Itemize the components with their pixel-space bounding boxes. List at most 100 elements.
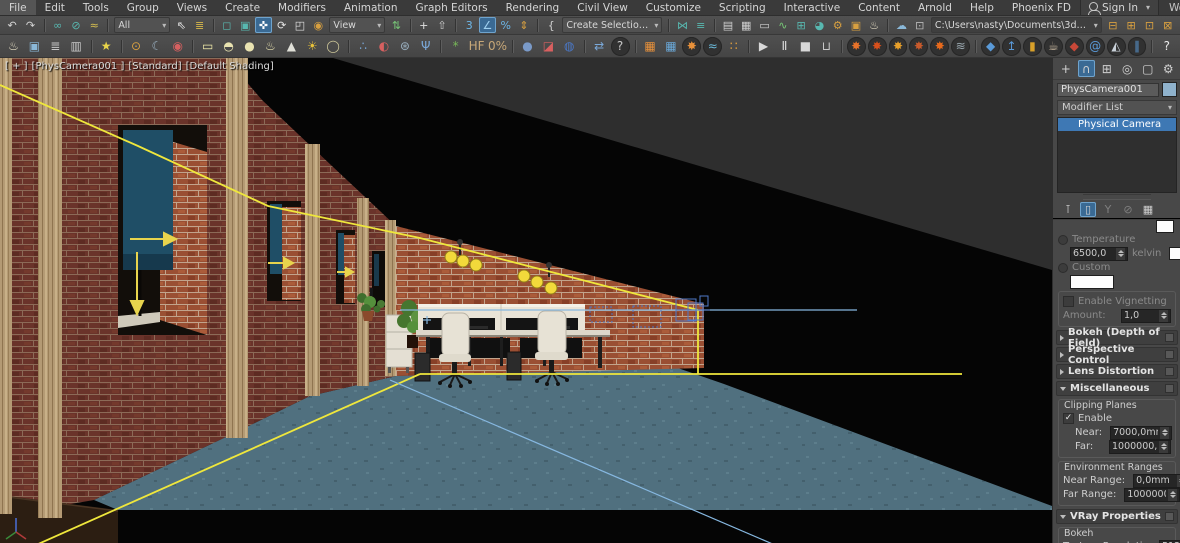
reference-coordinate-system-dropdown[interactable]: View ▾: [329, 17, 386, 33]
sign-in-button[interactable]: Sign In ▾: [1080, 0, 1160, 15]
vray-mesh-clipper-icon[interactable]: ◍: [560, 37, 579, 56]
vray-scene-converter-icon[interactable]: ⇄: [590, 37, 609, 56]
vray-sphere-light-icon[interactable]: ●: [240, 37, 259, 56]
menu-rendering[interactable]: Rendering: [497, 0, 569, 15]
vray-mesh-light-icon[interactable]: ♨: [261, 37, 280, 56]
vray-sun-light-icon[interactable]: ☀: [303, 37, 322, 56]
near-range-field[interactable]: 0,0mm: [1133, 473, 1180, 488]
sim-stop-icon[interactable]: ■: [796, 37, 815, 56]
menu-arnold[interactable]: Arnold: [909, 0, 961, 15]
object-color-swatch[interactable]: [1162, 82, 1177, 97]
window-add-icon[interactable]: ⊡: [1141, 17, 1157, 33]
stack-item-physical-camera[interactable]: Physical Camera: [1058, 118, 1176, 131]
bind-to-space-warp-icon[interactable]: ≈: [86, 17, 102, 33]
mirror-icon[interactable]: ⋈: [674, 17, 690, 33]
hf-tool-icon[interactable]: HF: [467, 37, 486, 56]
configure-modifier-sets-icon[interactable]: ▦: [1140, 202, 1156, 217]
vray-denoiser-icon[interactable]: 0%: [488, 37, 507, 56]
rectangular-selection-region-icon[interactable]: ◻: [219, 17, 235, 33]
unlink-selection-icon[interactable]: ⊘: [68, 17, 84, 33]
texture-resolution-field[interactable]: 512: [1159, 539, 1180, 543]
vray-dome-light-icon[interactable]: ◓: [219, 37, 238, 56]
menu-interactive[interactable]: Interactive: [775, 0, 850, 15]
vray-infinite-plane-icon[interactable]: ∴: [354, 37, 373, 56]
phoenix-preset-torch-icon[interactable]: ✸: [909, 36, 929, 56]
utilities-tab-icon[interactable]: ⚙: [1160, 60, 1178, 77]
phoenix-preset-flame-icon[interactable]: ✸: [867, 36, 887, 56]
menu-group[interactable]: Group: [118, 0, 168, 15]
far-field[interactable]: 1000000,0mm: [1109, 439, 1171, 454]
window-folder-icon[interactable]: ⊞: [1123, 17, 1139, 33]
vray-physical-camera-tool-icon[interactable]: ⊛: [395, 37, 414, 56]
align-icon[interactable]: ≡: [693, 17, 709, 33]
hierarchy-tab-icon[interactable]: ⊞: [1098, 60, 1116, 77]
viewport-menu-pov[interactable]: [PhysCamera001 ]: [32, 61, 125, 72]
vray-asset-editor-icon[interactable]: ▥: [67, 37, 86, 56]
vray-light-meter-icon[interactable]: ★: [97, 37, 116, 56]
far-range-field[interactable]: 1000000,0mm: [1124, 487, 1180, 502]
vray-plane-light-icon[interactable]: ▭: [198, 37, 217, 56]
chaos-scans-icon[interactable]: *: [446, 37, 465, 56]
clipping-enable-checkbox[interactable]: [1063, 413, 1074, 424]
angle-snap-toggle-icon[interactable]: ∠: [479, 17, 496, 33]
modifier-stack[interactable]: Physical Camera: [1057, 117, 1177, 193]
vray-moon-widget-icon[interactable]: ☾: [147, 37, 166, 56]
vray-help-icon[interactable]: ?: [610, 36, 630, 56]
project-folder-field[interactable]: C:\Users\nasty\Documents\3ds Max 2020▾: [930, 17, 1102, 33]
custom-color-swatch[interactable]: [1070, 274, 1114, 289]
phoenix-preset-gasoline-icon[interactable]: ✸: [930, 36, 950, 56]
menu-create[interactable]: Create: [216, 0, 269, 15]
menu-phoenix-fd[interactable]: Phoenix FD: [1003, 0, 1080, 15]
menu-graph-editors[interactable]: Graph Editors: [407, 0, 497, 15]
vray-frame-buffer-icon[interactable]: ▣: [25, 37, 44, 56]
sim-pause-icon[interactable]: Ⅱ: [775, 37, 794, 56]
phoenix-preset-waterfall-icon[interactable]: ∥: [1127, 36, 1147, 56]
phoenix-preset-smoke-icon[interactable]: ≋: [951, 36, 971, 56]
named-selection-sets-dropdown[interactable]: Create Selection Se▾: [562, 17, 663, 33]
select-and-manipulate-icon[interactable]: +: [416, 17, 432, 33]
edit-named-selection-sets-icon[interactable]: {: [543, 17, 559, 33]
select-and-scale-icon[interactable]: ◰: [292, 17, 308, 33]
phoenix-preset-fire-icon[interactable]: ✸: [846, 36, 866, 56]
amount-field[interactable]: 1,0: [1121, 308, 1171, 323]
window-crossing-toggle-icon[interactable]: ▣: [237, 17, 253, 33]
phoenix-preset-whirlpool-icon[interactable]: @: [1085, 36, 1105, 56]
phoenix-preset-lava-icon[interactable]: ◆: [1064, 36, 1084, 56]
vray-clipper-icon[interactable]: ◪: [539, 37, 558, 56]
illuminant-color-swatch[interactable]: [1156, 220, 1174, 233]
phoenix-preset-fountain-icon[interactable]: ↥: [1002, 36, 1021, 56]
display-tab-icon[interactable]: ▢: [1139, 60, 1157, 77]
rendered-frame-window-icon[interactable]: ▣: [848, 17, 864, 33]
menu-tools[interactable]: Tools: [74, 0, 118, 15]
phoenix-preset-candle-icon[interactable]: ✸: [888, 36, 908, 56]
select-and-move-icon[interactable]: ✜: [255, 17, 272, 33]
enable-vignetting-checkbox[interactable]: [1063, 296, 1074, 307]
pin-stack-icon[interactable]: ⊺: [1060, 202, 1076, 217]
menu-file[interactable]: File: [0, 0, 36, 15]
rollout-miscellaneous[interactable]: Miscellaneous: [1056, 381, 1178, 396]
menu-help[interactable]: Help: [961, 0, 1003, 15]
sim-play-icon[interactable]: ▶: [754, 37, 773, 56]
show-end-result-icon[interactable]: ▯: [1080, 202, 1096, 217]
motion-tab-icon[interactable]: ◎: [1119, 60, 1137, 77]
temperature-field[interactable]: 6500,0: [1070, 246, 1128, 261]
undo-icon[interactable]: ↶: [4, 17, 20, 33]
redo-icon[interactable]: ↷: [22, 17, 38, 33]
modifier-list-dropdown[interactable]: Modifier List ▾: [1057, 100, 1177, 115]
material-editor-icon[interactable]: ◕: [811, 17, 827, 33]
create-tab-icon[interactable]: +: [1057, 60, 1075, 77]
vray-sphere-gizmo-icon[interactable]: ●: [518, 37, 537, 56]
menu-content[interactable]: Content: [849, 0, 909, 15]
pc-tower-1[interactable]: [414, 352, 431, 382]
select-and-place-icon[interactable]: ◉: [310, 17, 326, 33]
rollout-lens-distortion[interactable]: Lens Distortion: [1056, 364, 1178, 379]
custom-radio[interactable]: [1058, 262, 1068, 273]
snaps-toggle-3d-icon[interactable]: 3: [461, 17, 477, 33]
menu-scripting[interactable]: Scripting: [710, 0, 775, 15]
window-2[interactable]: [267, 201, 301, 301]
phoenix-preset-coffee-icon[interactable]: ☕: [1043, 36, 1063, 56]
vray-ies-light-icon[interactable]: ▲: [282, 37, 301, 56]
percent-snap-toggle-icon[interactable]: %: [498, 17, 514, 33]
phoenix-ocean-preview-icon[interactable]: ≈: [703, 36, 723, 56]
phoenix-fire-container-icon[interactable]: ▦: [641, 37, 660, 56]
